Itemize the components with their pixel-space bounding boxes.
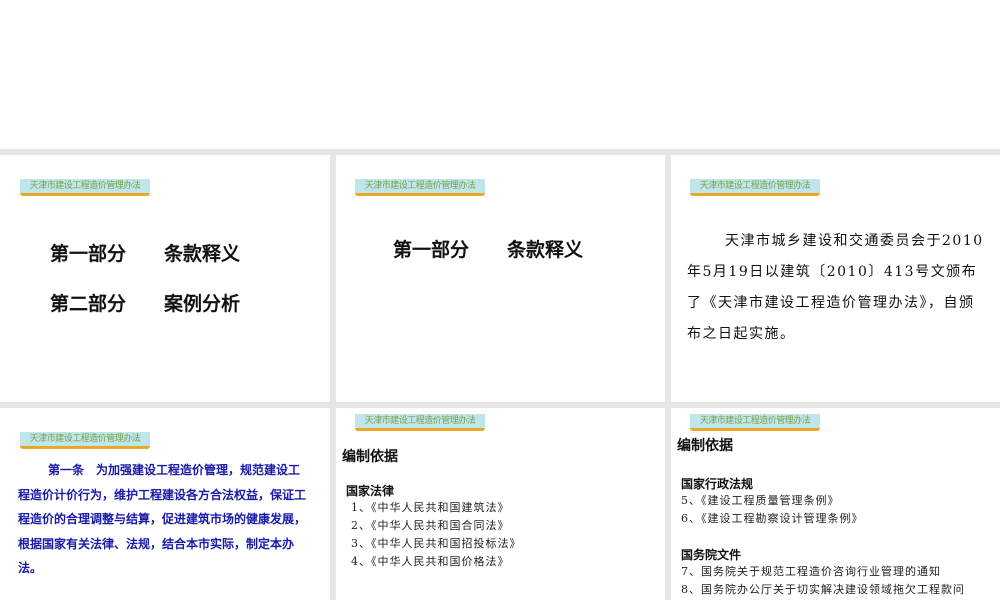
slide5-section: 国家法律: [346, 484, 395, 498]
top-blank-area: [0, 0, 1000, 149]
slide5-heading: 编制依据: [342, 449, 398, 465]
list-item: 3、《中华人民共和国招投标法》: [351, 537, 522, 550]
list-item: 4、《中华人民共和国价格法》: [351, 555, 510, 568]
slide-thumbnail-2[interactable]: 天津市建设工程造价管理办法 第一部分 条款释义: [336, 155, 665, 402]
slide-banner: 天津市建设工程造价管理办法: [355, 179, 485, 196]
slide3-paragraph: 天津市城乡建设和交通委员会于2010年5月19日以建筑〔2010〕413号文颁布…: [687, 233, 984, 342]
slide-banner: 天津市建设工程造价管理办法: [355, 414, 485, 431]
slide6-heading: 编制依据: [677, 438, 733, 454]
slide-thumbnail-6[interactable]: 天津市建设工程造价管理办法 编制依据 国家行政法规 5、《建设工程质量管理条例》…: [671, 408, 1000, 600]
list-item: 5、《建设工程质量管理条例》: [681, 494, 840, 507]
list-item: 1、《中华人民共和国建筑法》: [351, 501, 510, 514]
slide-thumbnail-1[interactable]: 天津市建设工程造价管理办法 第一部分 条款释义 第二部分 案例分析: [0, 155, 330, 402]
slide6-section-2: 国务院文件: [681, 548, 742, 562]
slide1-line2: 第二部分 案例分析: [50, 293, 241, 315]
slide-thumbnail-4[interactable]: 天津市建设工程造价管理办法 第一条 为加强建设工程造价管理，规范建设工程造价计价…: [0, 408, 330, 600]
list-item: 2、《中华人民共和国合同法》: [351, 519, 510, 532]
list-item: 6、《建设工程勘察设计管理条例》: [681, 512, 864, 525]
list-item: 8、国务院办公厅关于切实解决建设领域拖欠工程款问: [681, 583, 965, 596]
slide-banner: 天津市建设工程造价管理办法: [690, 414, 820, 431]
slide2-title: 第一部分 条款释义: [393, 239, 584, 261]
slide6-section-1: 国家行政法规: [681, 477, 754, 491]
slide-thumbnail-3[interactable]: 天津市建设工程造价管理办法 天津市城乡建设和交通委员会于2010年5月19日以建…: [671, 155, 1000, 402]
slide-banner: 天津市建设工程造价管理办法: [20, 179, 150, 196]
slide4-paragraph: 第一条 为加强建设工程造价管理，规范建设工程造价计价行为，维护工程建设各方合法权…: [18, 463, 307, 575]
slide-banner: 天津市建设工程造价管理办法: [690, 179, 820, 196]
slide-banner: 天津市建设工程造价管理办法: [20, 432, 150, 449]
slide-thumbnail-5[interactable]: 天津市建设工程造价管理办法 编制依据 国家法律 1、《中华人民共和国建筑法》 2…: [336, 408, 665, 600]
slide1-line1: 第一部分 条款释义: [50, 243, 241, 265]
list-item: 7、国务院关于规范工程造价咨询行业管理的通知: [681, 565, 941, 578]
